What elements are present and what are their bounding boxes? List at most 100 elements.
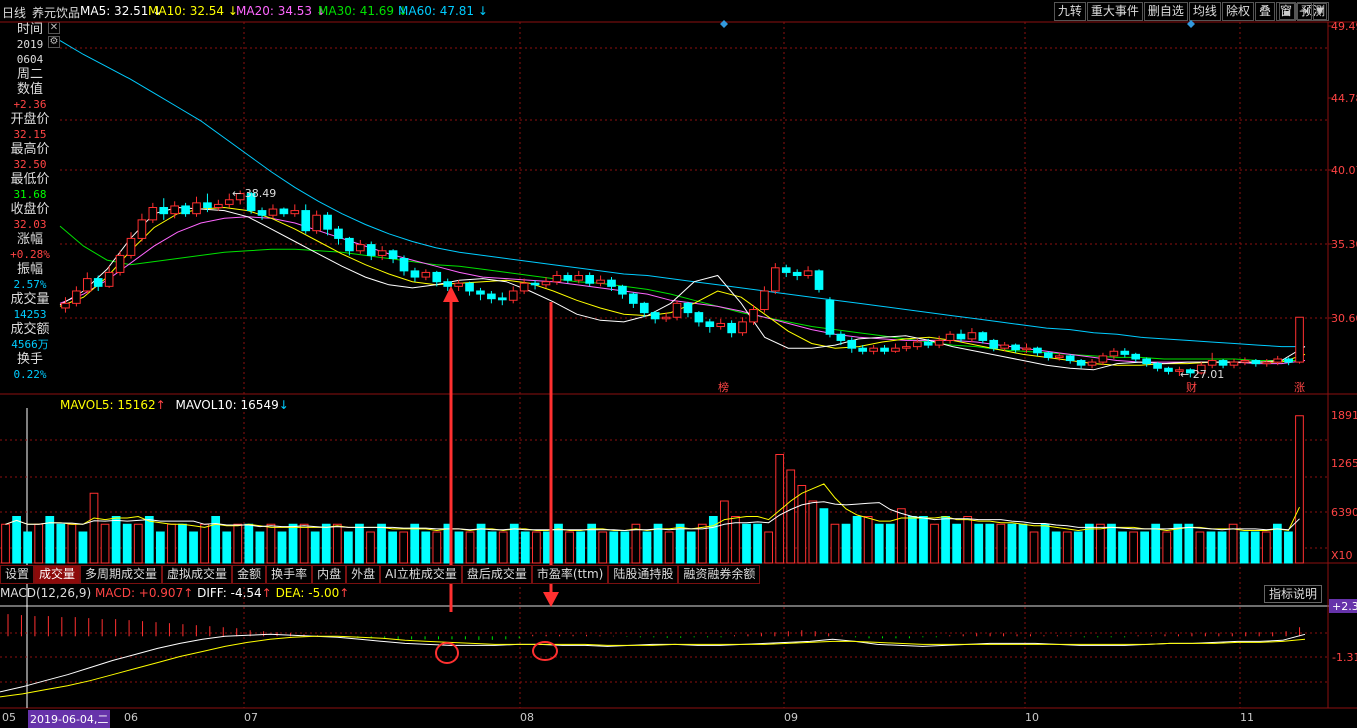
indicator-tab[interactable]: 金额 [232, 565, 267, 584]
candle-body [650, 312, 660, 320]
indicator-tab[interactable]: 多周期成交量 [80, 565, 163, 584]
volume-bar [775, 454, 785, 564]
candle-body [836, 333, 846, 341]
volume-bar [189, 531, 198, 564]
volume-bar [841, 523, 851, 564]
candle-body [1120, 350, 1130, 355]
indicator-tab[interactable]: 虚拟成交量 [162, 565, 233, 584]
date-tick-label: 11 [1240, 711, 1254, 724]
candle-body [1131, 353, 1141, 360]
candle-body [781, 267, 791, 273]
volume-bar [421, 531, 431, 564]
volume-bar [830, 523, 840, 564]
volume-bar [642, 531, 652, 564]
candle-body [1218, 360, 1228, 366]
candle-body [1284, 358, 1293, 363]
volume-bar [1007, 523, 1017, 564]
volume-bar [476, 523, 486, 564]
macd-title[interactable]: MACD(12,26,9) [0, 586, 91, 600]
candle-body [257, 210, 267, 216]
macd-axis-label: +2.30 [1332, 600, 1357, 613]
indicator-tab[interactable]: 成交量 [34, 565, 81, 584]
indicator-tab[interactable]: 市盈率(ttm) [531, 565, 609, 584]
candle-body [290, 210, 300, 215]
candle-body [377, 250, 387, 256]
volume-bar [609, 531, 619, 564]
candle-body [93, 278, 103, 287]
candle-body [530, 282, 540, 286]
arrow-head-icon [443, 286, 459, 302]
volume-bar [1250, 531, 1260, 564]
indicator-help-button[interactable]: 指标说明 [1264, 585, 1323, 603]
candle-body [1033, 347, 1042, 354]
volume-bar [686, 531, 696, 564]
volume-bar [1051, 531, 1061, 564]
volume-bar [366, 531, 375, 564]
mavol5-label: MAVOL5: 15162 [60, 398, 156, 412]
volume-bar [432, 531, 442, 564]
indicator-tab[interactable]: 内盘 [312, 565, 347, 584]
volume-bar [1239, 531, 1249, 564]
volume-bar [952, 523, 962, 564]
candle-body [279, 208, 289, 215]
candle-body [148, 207, 158, 221]
candle-body [72, 290, 81, 304]
volume-bar [343, 531, 353, 564]
candle-body [1076, 360, 1086, 366]
candle-body [345, 237, 354, 252]
indicator-tab[interactable]: AI立桩成交量 [380, 565, 462, 584]
price-axis-label: 40.07 [1331, 164, 1357, 177]
candle-body [1011, 344, 1020, 351]
volume-bar [1284, 531, 1293, 564]
candle-body [366, 244, 376, 256]
date-axis: 05 06 07 08 09 10 11 2019-06-04,二 [0, 710, 1330, 728]
candle-body [1142, 358, 1151, 365]
candle-body [1262, 361, 1272, 365]
volume-bar [598, 531, 608, 564]
volume-bar [178, 523, 187, 564]
volume-bar [908, 516, 917, 564]
candle-body [159, 207, 169, 215]
indicator-tab[interactable]: 外盘 [346, 565, 381, 584]
indicator-tab[interactable]: 盘后成交量 [461, 565, 532, 584]
candle-body [792, 271, 802, 277]
candle-body [978, 332, 988, 341]
volume-bar [620, 531, 630, 564]
volume-bar [753, 523, 762, 564]
indicator-tab[interactable]: 陆股通持股 [608, 565, 679, 584]
volume-bar [1107, 523, 1116, 564]
candle-body [694, 312, 704, 323]
volume-bar [1129, 531, 1138, 564]
volume-bar [1, 523, 10, 564]
indicator-tab[interactable]: 融资融券余额 [678, 565, 761, 584]
volume-bar [321, 523, 331, 564]
indicator-tab[interactable]: 设置 [0, 565, 35, 584]
candle-body [967, 332, 977, 340]
ma-line-ma5 [59, 206, 1306, 371]
volume-bar [1295, 415, 1304, 564]
candle-body [454, 282, 463, 287]
event-marker: 涨 [1294, 381, 1305, 394]
ma-line-ma20 [59, 216, 1306, 365]
volume-bar [896, 508, 906, 564]
candle-body [1240, 360, 1250, 363]
kline-chart[interactable]: 49.49 44.78 40.07 35.30 30.60 18916 12652 6390 X… [0, 0, 1357, 727]
candle-body [814, 270, 824, 290]
volume-bar [720, 500, 729, 564]
price-axis-label: 35.30 [1331, 238, 1357, 251]
candle-body [639, 302, 649, 314]
volume-bar [222, 531, 232, 564]
candle-body [541, 281, 551, 286]
price-axis-label: 44.78 [1331, 92, 1357, 105]
volume-bar [1040, 523, 1050, 564]
candle-body [1251, 360, 1261, 365]
candle-body [1164, 367, 1173, 372]
indicator-tab[interactable]: 换手率 [266, 565, 313, 584]
volume-bar [653, 523, 663, 564]
date-tick-label: 06 [124, 711, 138, 724]
volume-bar [664, 531, 674, 564]
volume-bar [399, 531, 409, 564]
candle-body [596, 279, 605, 284]
candle-body [1273, 358, 1283, 363]
candle-body [1000, 344, 1009, 349]
